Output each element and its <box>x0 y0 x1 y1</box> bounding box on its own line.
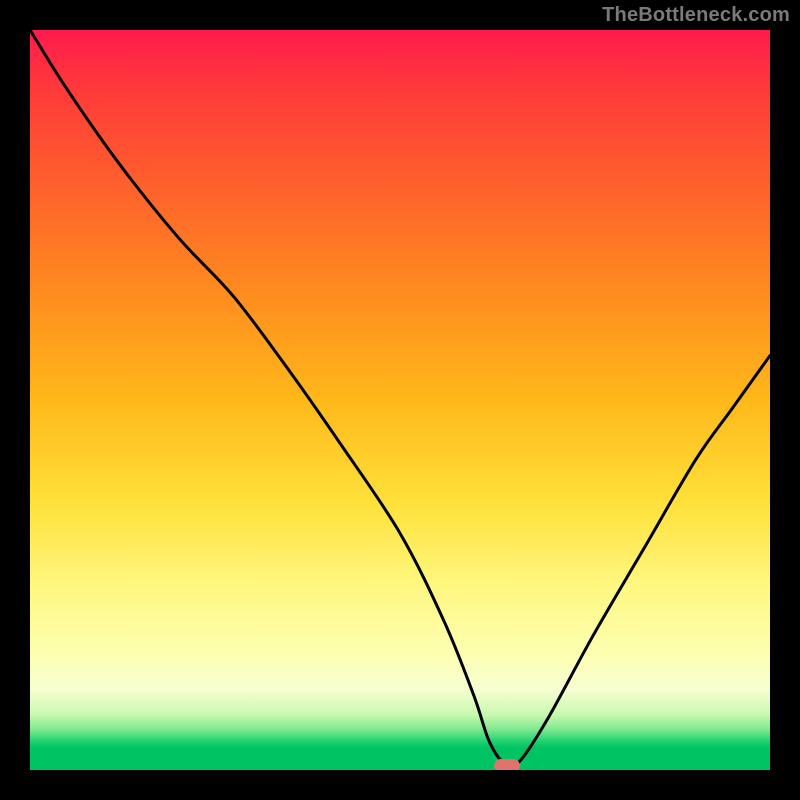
plot-area <box>30 30 770 770</box>
watermark-text: TheBottleneck.com <box>602 4 790 27</box>
chart-frame: TheBottleneck.com <box>0 0 800 800</box>
optimum-marker <box>494 759 520 770</box>
bottleneck-curve <box>30 30 770 770</box>
